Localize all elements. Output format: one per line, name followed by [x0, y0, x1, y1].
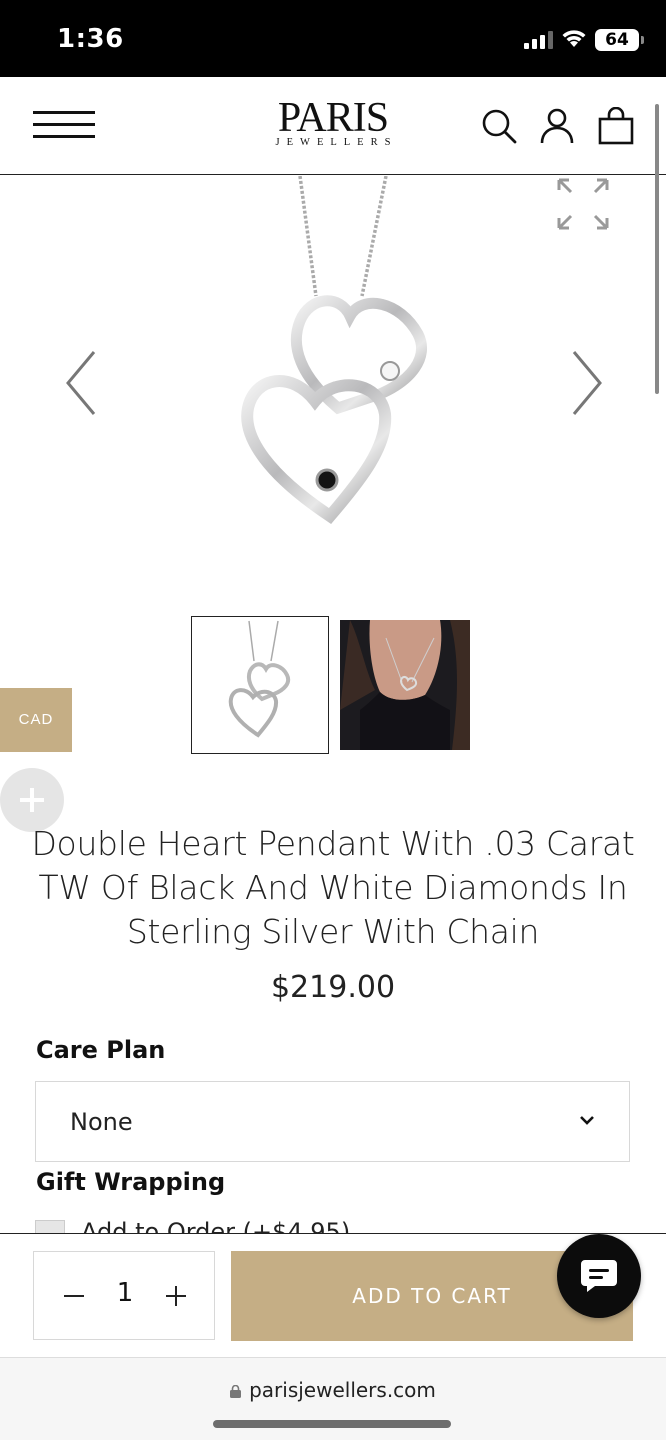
care-plan-label: Care Plan — [36, 1036, 166, 1064]
quantity-decrease-button[interactable] — [60, 1282, 88, 1310]
menu-icon-line — [33, 111, 95, 114]
site-header: PARIS JEWELLERS — [0, 77, 666, 175]
status-time: 1:36 — [57, 24, 124, 54]
home-indicator[interactable] — [213, 1420, 451, 1428]
product-price: $219.00 — [270, 970, 396, 1005]
gift-wrapping-option-text: Add to Order (+$4.95) — [81, 1218, 351, 1234]
menu-icon-line — [33, 123, 95, 126]
expand-icon[interactable] — [555, 176, 615, 236]
next-image-arrow[interactable] — [566, 348, 606, 418]
care-plan-selected-value: None — [70, 1108, 133, 1136]
product-gallery — [0, 176, 666, 596]
signal-icon — [524, 31, 553, 49]
search-icon[interactable] — [480, 107, 518, 145]
menu-icon-line — [33, 135, 95, 138]
status-bar: 1:36 64 — [0, 0, 666, 77]
thumbnail-image — [340, 620, 470, 750]
currency-badge[interactable]: CAD — [0, 688, 72, 752]
account-icon[interactable] — [538, 107, 576, 145]
address-bar-url[interactable]: parisjewellers.com — [0, 1378, 666, 1402]
quantity-increase-button[interactable] — [162, 1282, 190, 1310]
chevron-down-icon — [580, 1116, 594, 1125]
site-logo[interactable]: PARIS JEWELLERS — [262, 95, 404, 153]
quantity-value[interactable]: 1 — [110, 1278, 140, 1308]
product-title: Double Heart Pendant With .03 Carat TW O… — [31, 824, 635, 951]
url-text: parisjewellers.com — [249, 1378, 436, 1402]
chat-button[interactable] — [557, 1234, 641, 1318]
quantity-stepper: 1 — [33, 1251, 215, 1340]
lock-icon — [230, 1385, 242, 1398]
gift-wrapping-option: Add to Order (+$4.95) — [35, 1214, 635, 1234]
logo-wordmark: PARIS — [277, 95, 389, 141]
battery-indicator: 64 — [595, 29, 644, 51]
gift-wrapping-checkbox[interactable] — [35, 1220, 65, 1234]
chat-icon — [581, 1260, 617, 1292]
gallery-thumbnail-2[interactable] — [340, 620, 470, 750]
gift-wrapping-label: Gift Wrapping — [36, 1168, 226, 1196]
bag-icon[interactable] — [597, 107, 635, 145]
care-plan-select[interactable]: None — [35, 1081, 630, 1162]
browser-address-bar: parisjewellers.com — [0, 1357, 666, 1440]
wifi-icon — [562, 30, 586, 47]
prev-image-arrow[interactable] — [62, 348, 102, 418]
thumbnail-image — [228, 620, 291, 738]
menu-button[interactable] — [33, 109, 95, 141]
product-main-image[interactable] — [230, 176, 440, 526]
gallery-thumbnail-1[interactable] — [191, 616, 329, 754]
logo-tagline: JEWELLERS — [275, 137, 398, 148]
